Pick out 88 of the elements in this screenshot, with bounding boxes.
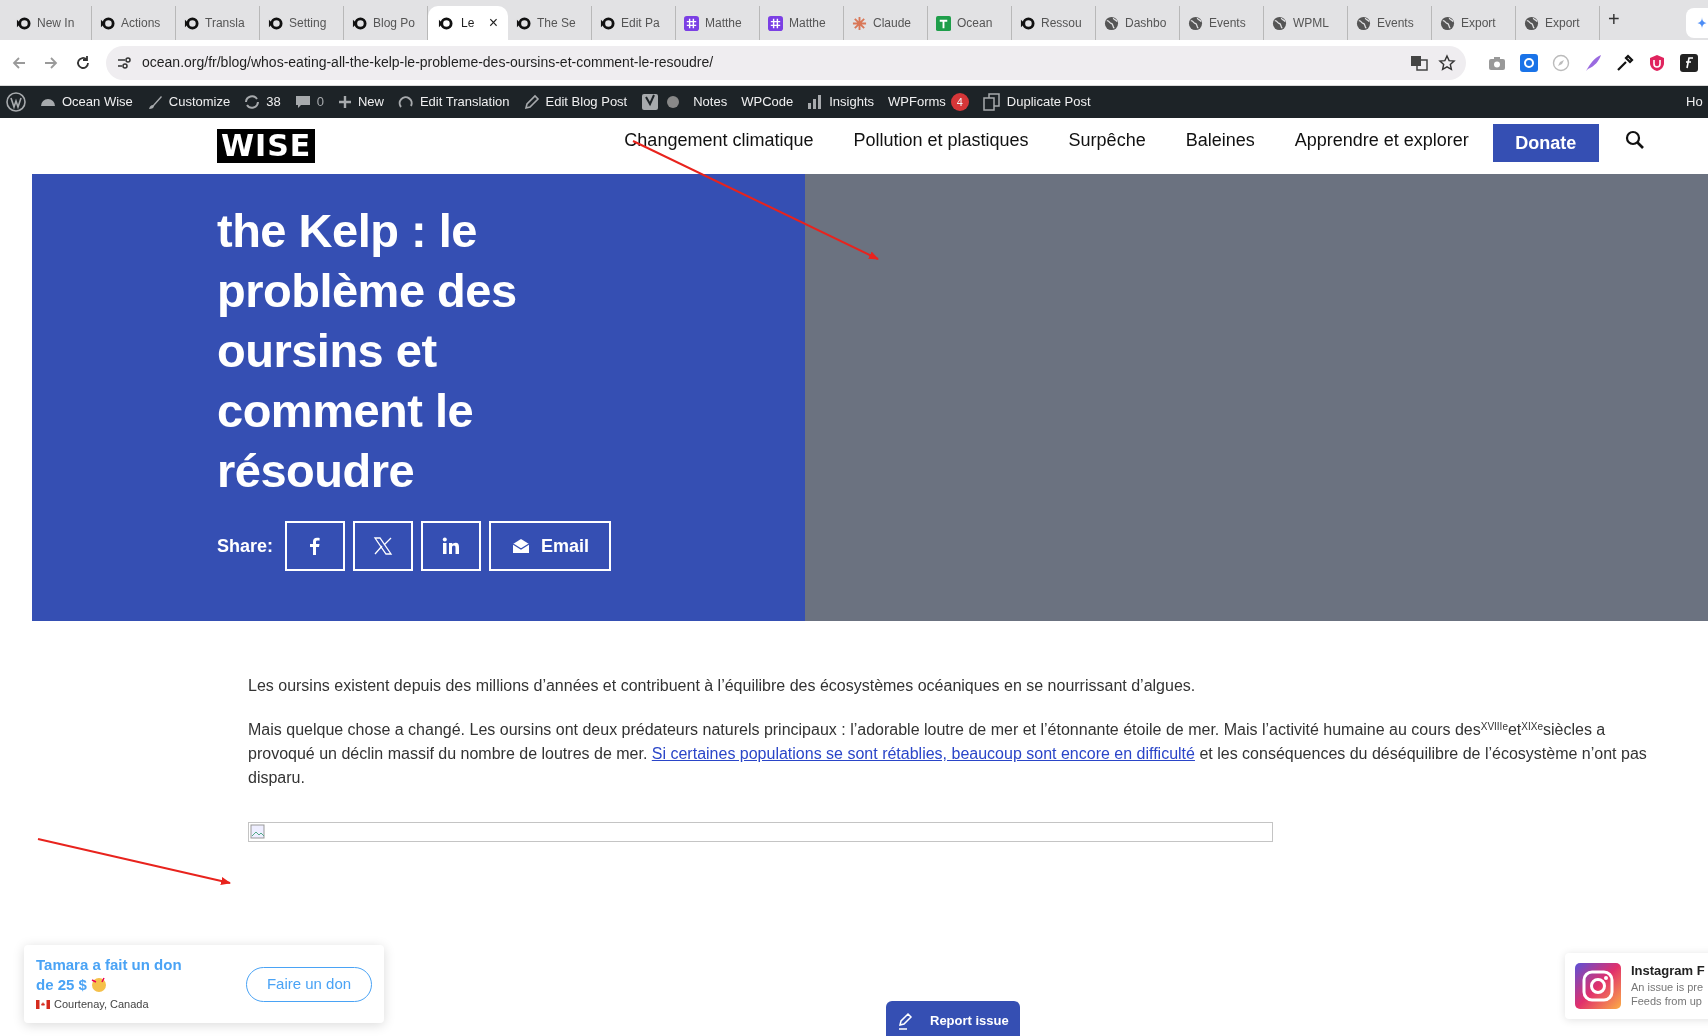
ocean-logo-icon <box>1020 15 1035 31</box>
ocean-logo-icon <box>438 15 453 31</box>
hash-icon <box>684 15 699 31</box>
ocean-logo-icon <box>16 15 31 31</box>
new-link[interactable]: New <box>337 92 384 112</box>
notice-text: An issue is pre <box>1631 980 1705 994</box>
notification-count: 4 <box>950 93 969 111</box>
customize-link[interactable]: Customize <box>146 92 231 112</box>
shield-icon[interactable] <box>1648 53 1666 72</box>
share-facebook-button[interactable] <box>285 521 346 571</box>
notice-text: Feeds from up <box>1631 994 1703 1008</box>
share-email-button[interactable]: Email <box>489 521 612 571</box>
translate-icon[interactable] <box>1410 53 1428 72</box>
browser-tab[interactable]: Le × <box>428 6 508 40</box>
font-icon[interactable] <box>1680 53 1698 72</box>
duplicate-post-link[interactable]: Duplicate Post <box>982 92 1091 112</box>
paragraph: Les oursins existent depuis des millions d’années et contribuent à l’équilibre des écosystèmes océaniques en se nourrissant d’algues. <box>248 676 1197 696</box>
donation-amount: de 25 $ <box>36 975 87 996</box>
pencil-icon <box>523 94 540 110</box>
ocean-logo-icon <box>268 15 283 31</box>
seo-icon[interactable] <box>641 93 660 111</box>
article-title: the Kelp : le problème des oursins et comment le résoudre <box>217 203 518 499</box>
brush-icon <box>146 94 163 110</box>
comments-link[interactable]: 0 <box>294 92 324 112</box>
globe-icon <box>1272 15 1287 31</box>
edit-post-link[interactable]: Edit Blog Post <box>523 92 628 112</box>
wpcode-link[interactable]: WPCode <box>741 92 794 112</box>
globe-icon <box>1524 15 1539 31</box>
bar-chart-icon <box>807 94 824 110</box>
account-greeting[interactable]: Ho <box>1686 92 1703 112</box>
plus-icon <box>337 95 352 109</box>
comment-icon <box>294 94 311 110</box>
globe-icon <box>1104 15 1119 31</box>
report-issue-button[interactable]: Report issue <box>886 1001 1020 1036</box>
envelope-icon <box>511 536 532 556</box>
nav-link[interactable]: Baleines <box>1185 126 1255 154</box>
notice-title: Instagram F <box>1631 964 1705 978</box>
extension-icon[interactable] <box>1520 53 1538 72</box>
share-x-button[interactable] <box>353 521 414 571</box>
globe-icon <box>1188 15 1203 31</box>
flag-icon <box>36 1000 50 1009</box>
broken-image-icon <box>250 824 266 840</box>
instagram-icon <box>1575 963 1621 1009</box>
new-tab-button[interactable]: + <box>1608 4 1620 34</box>
eyedropper-icon[interactable] <box>1616 53 1634 72</box>
inline-link[interactable]: Si certaines populations se sont rétablies, beaucoup sont encore en difficulté <box>651 745 1195 762</box>
reload-icon[interactable] <box>74 53 92 72</box>
refresh-icon <box>244 94 261 110</box>
search-icon[interactable] <box>1624 130 1645 150</box>
hash-icon <box>768 15 783 31</box>
spreadsheet-icon <box>936 15 951 31</box>
donation-message: Tamara a fait un don <box>36 955 183 976</box>
wpforms-link[interactable]: WPForms 4 <box>888 92 969 112</box>
translation-icon <box>397 94 414 110</box>
ocean-logo-icon <box>100 15 115 31</box>
nav-link[interactable]: Changement climatique <box>624 126 814 154</box>
wordpress-icon[interactable] <box>6 92 26 112</box>
donor-location: Courtenay, Canada <box>54 997 149 1013</box>
globe-icon <box>1356 15 1371 31</box>
globe-icon <box>1440 15 1455 31</box>
share-label: Share: <box>217 534 274 558</box>
donate-button[interactable]: Donate <box>1492 124 1599 162</box>
copy-icon <box>982 93 1001 111</box>
party-icon <box>90 977 107 994</box>
feather-icon[interactable] <box>1584 53 1602 72</box>
notes-link[interactable]: Notes <box>693 92 728 112</box>
paragraph: Mais quelque chose a changé. Les oursins ont deux prédateurs naturels principaux : l’adorable loutre de mer et l’étonnante étoile de mer. Mais l’activité humaine au cours des$^{XVIIIe}$et$^{XIXe}$siècles a provoqué un déclin massif du nombre de loutres de mer. Si certaines populations se sont rétablies, beaucoup sont encore en difficulté et les conséquences du déséquilibre de l’écosystème n’ont pas disparu. <box>248 720 1648 788</box>
ocean-logo-icon <box>352 15 367 31</box>
nav-link[interactable]: Surpêche <box>1068 126 1146 154</box>
close-tab-button[interactable]: × <box>488 15 498 31</box>
star-icon[interactable] <box>1438 53 1456 72</box>
ocean-logo-icon <box>516 15 531 31</box>
status-dot-icon <box>667 96 680 108</box>
x-logo-icon <box>373 536 394 556</box>
insights-link[interactable]: Insights <box>807 92 875 112</box>
updates-link[interactable]: 38 <box>244 92 281 112</box>
ocean-logo-icon <box>184 15 199 31</box>
logo[interactable]: WISE <box>217 129 316 163</box>
share-linkedin-button[interactable] <box>421 521 482 571</box>
nav-link[interactable]: Apprendre et explorer <box>1294 126 1469 154</box>
site-settings-icon[interactable] <box>116 54 132 71</box>
nav-link[interactable]: Pollution et plastiques <box>853 126 1029 154</box>
ocean-logo-icon <box>600 15 615 31</box>
sunburst-icon <box>852 15 867 31</box>
address-bar[interactable]: ocean.org/fr/blog/whos-eating-all-the-kelp-le-probleme-des-oursins-et-comment-le-resoudre/ <box>106 45 1466 80</box>
linkedin-icon <box>441 536 462 556</box>
edit-translation-link[interactable]: Edit Translation <box>397 92 510 112</box>
site-menu[interactable]: Ocean Wise <box>40 92 133 112</box>
